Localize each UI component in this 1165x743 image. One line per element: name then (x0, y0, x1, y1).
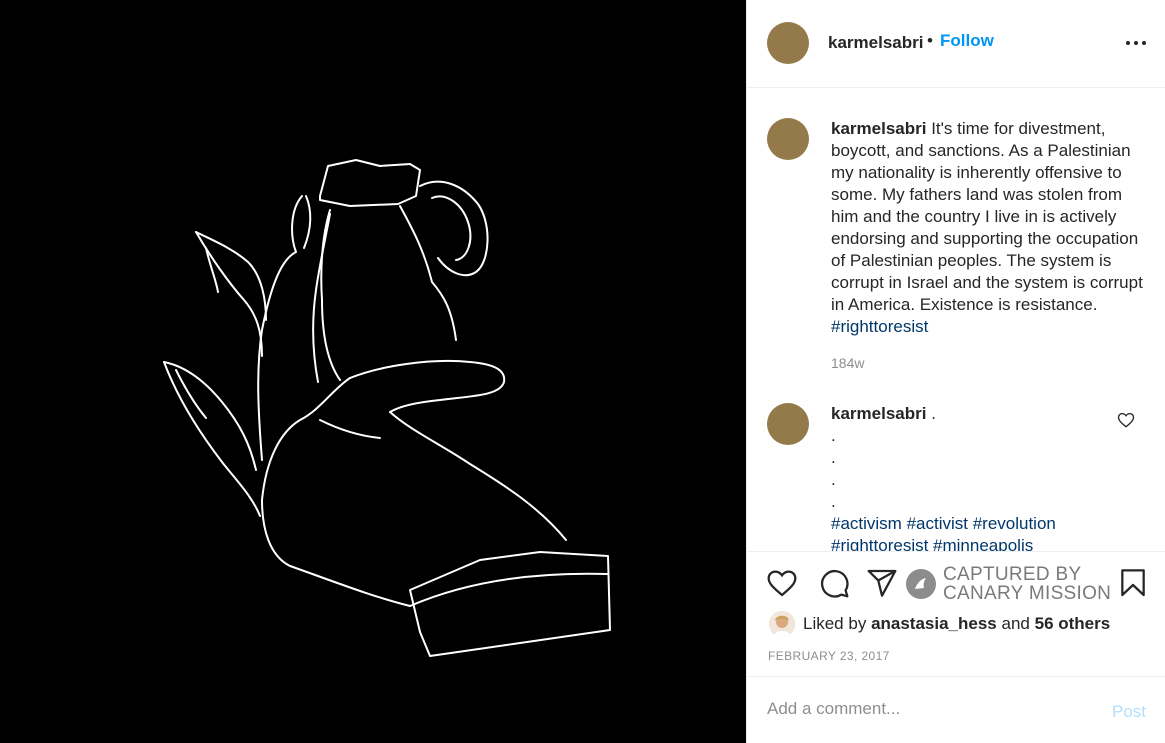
liked-by-connector: and (1001, 614, 1030, 633)
likes-others-count[interactable]: 56 others (1035, 614, 1111, 633)
author-avatar[interactable] (767, 22, 809, 64)
wrist-left (289, 565, 411, 607)
watermark-line-2: CANARY MISSION (943, 583, 1112, 604)
grenade-ring-inner (431, 195, 472, 261)
caption-avatar[interactable] (767, 118, 809, 160)
comments-list[interactable]: karmelsabri It's time for divestment, bo… (747, 89, 1165, 551)
liked-by-user[interactable]: anastasia_hess (871, 614, 997, 633)
sleeve-fold (409, 572, 609, 607)
finger-long-1c (205, 247, 219, 293)
post-side-panel: karmelsabri • Follow karmelsabri It's ti… (746, 0, 1165, 743)
bookmark-icon[interactable] (1117, 567, 1149, 599)
comment-dot-line: . (831, 492, 836, 511)
more-dot (1142, 41, 1146, 45)
comment-icon[interactable] (818, 567, 850, 599)
caption-text-block: karmelsabri It's time for divestment, bo… (831, 118, 1143, 338)
liked-by-text: Liked by anastasia_hess and 56 others (803, 614, 1110, 634)
post-header: karmelsabri • Follow (747, 0, 1165, 88)
comment-dot-line: . (831, 470, 836, 489)
separator-dot: • (927, 31, 933, 50)
watermark-text: CAPTURED BY CANARY MISSION (943, 565, 1111, 603)
sleeve-cuff (409, 551, 611, 657)
heart-icon[interactable] (766, 567, 798, 599)
share-icon[interactable] (866, 567, 898, 599)
post-image[interactable] (0, 0, 746, 743)
more-options-icon[interactable] (1123, 34, 1149, 52)
comment-avatar[interactable] (767, 403, 809, 445)
add-comment-bar: Post (747, 676, 1165, 743)
comment-dot-line: . (831, 448, 836, 467)
finger-tip (303, 195, 312, 249)
finger-long-1b (195, 231, 267, 321)
more-dot (1134, 41, 1138, 45)
liker-avatar[interactable] (769, 611, 795, 637)
hand-grenade-line-drawing (163, 159, 611, 657)
grenade-cap (319, 159, 421, 207)
palm-right (389, 411, 567, 541)
thumb (349, 359, 506, 413)
comment-username[interactable]: karmelsabri (831, 404, 926, 423)
author-username[interactable]: karmelsabri (828, 33, 923, 53)
comment-hashtags[interactable]: #righttoresist #minneapolis (831, 535, 1143, 551)
finger-long-2b (163, 361, 257, 471)
comment-hashtags[interactable]: #activism #activist #revolution (831, 513, 1143, 535)
caption-time-ago[interactable]: 184w (831, 355, 864, 371)
palm-crease (319, 419, 381, 439)
post-comment-button[interactable]: Post (1112, 702, 1146, 722)
caption-username[interactable]: karmelsabri (831, 119, 926, 138)
liked-by-prefix: Liked by (803, 614, 867, 633)
comment-text-block: karmelsabri . . . . . #activism #activis… (831, 403, 1143, 551)
watermark-line-1: CAPTURED BY (943, 564, 1082, 585)
post-actions: CAPTURED BY CANARY MISSION Liked by anas… (747, 551, 1165, 676)
heart-outline-icon[interactable] (1117, 411, 1135, 429)
grenade-left (320, 209, 341, 381)
canary-mission-logo-icon (906, 569, 936, 599)
caption-hashtag[interactable]: #righttoresist (831, 317, 928, 336)
comment-input[interactable] (767, 699, 1087, 719)
grenade-right (399, 205, 457, 341)
comment-dot-line: . (831, 426, 836, 445)
palm-left (261, 377, 351, 567)
grenade-ring (419, 180, 489, 277)
caption-text: It's time for divestment, boycott, and s… (831, 119, 1143, 314)
finger-back (257, 195, 303, 461)
post-date[interactable]: FEBRUARY 23, 2017 (768, 649, 890, 663)
finger-long-2c (175, 369, 207, 419)
comment-first-line: . (931, 404, 936, 423)
more-dot (1126, 41, 1130, 45)
follow-button[interactable]: Follow (940, 31, 994, 51)
